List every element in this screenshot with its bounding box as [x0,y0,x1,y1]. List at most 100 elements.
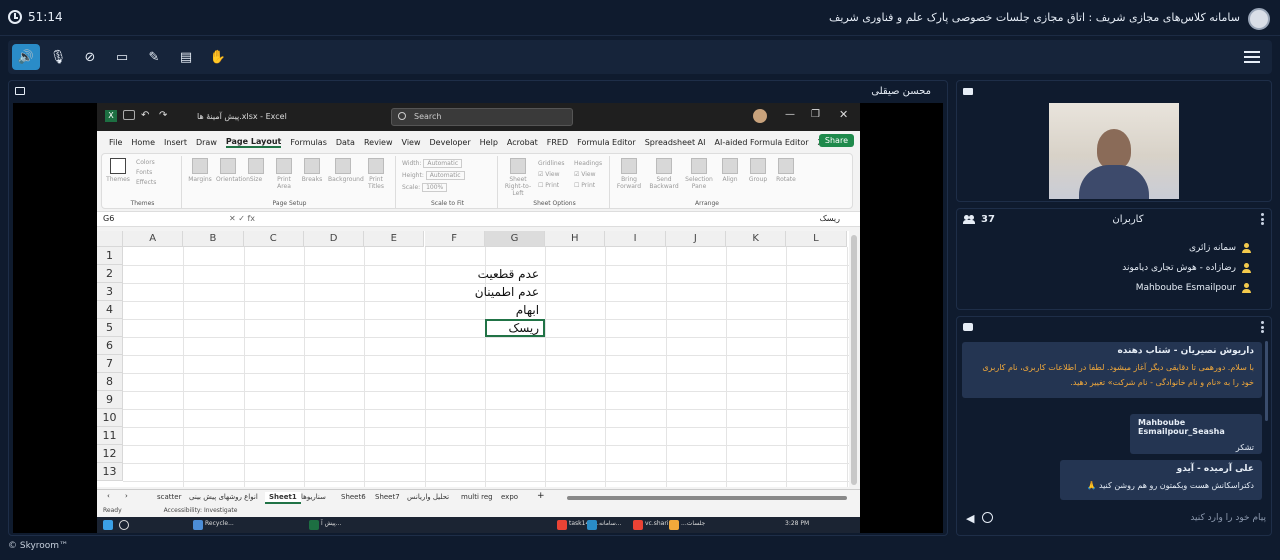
row-header[interactable]: 12 [97,445,123,463]
emoji-icon[interactable] [982,512,993,523]
column-header[interactable]: D [303,231,365,247]
row-header[interactable]: 7 [97,355,123,373]
name-box[interactable]: G6 [103,214,221,223]
selection-pane-button[interactable]: Selection Pane [684,158,714,190]
align-button[interactable]: Align [718,158,742,183]
taskbar-app-icon[interactable] [557,520,567,530]
fx-icon[interactable]: ✕ ✓ fx [229,214,255,223]
user-list-item[interactable]: سمانه زائری [1189,243,1251,253]
tab-insert[interactable]: Insert [164,138,187,147]
taskbar-item[interactable]: پیش آ... [321,520,341,527]
sheet-tab[interactable]: expo [497,492,522,502]
column-header[interactable]: I [605,231,666,247]
fonts-button[interactable]: Fonts [136,168,156,178]
tab-home[interactable]: Home [131,138,155,147]
tab-help[interactable]: Help [480,138,498,147]
row-header[interactable]: 5 [97,319,123,337]
column-header[interactable]: F [424,231,485,247]
minimize-icon[interactable]: — [785,109,795,120]
tab-view[interactable]: View [402,138,421,147]
gridlines-print-checkbox[interactable]: ☐ Print [538,180,565,191]
headings-print-checkbox[interactable]: ☐ Print [574,180,602,191]
share-button[interactable]: Share [818,134,854,147]
mic-button[interactable]: 🎙 [44,44,72,70]
column-header[interactable]: C [243,231,304,247]
formula-input[interactable]: ریسک [820,214,840,223]
tab-spreadsheet-ai[interactable]: Spreadsheet AI [645,138,706,147]
autosave-icon[interactable] [123,110,135,120]
row-header[interactable]: 9 [97,391,123,409]
sheet-tab[interactable]: سناریوها [297,492,330,502]
users-menu-icon[interactable] [1260,213,1265,225]
tab-acrobat[interactable]: Acrobat [507,138,538,147]
tab-data[interactable]: Data [336,138,355,147]
headings-view-checkbox[interactable]: ☑ View [574,169,602,180]
sheet-rtl-button[interactable]: Sheet Right-to-Left [502,158,534,197]
user-list-item[interactable]: رضازاده - هوش تجاری دیاموند [1122,263,1251,273]
row-header[interactable]: 4 [97,301,123,319]
tab-formula-editor[interactable]: Formula Editor [577,138,636,147]
tab-review[interactable]: Review [364,138,393,147]
taskbar-item[interactable]: ...جلسات [681,520,705,527]
add-sheet-icon[interactable]: + [537,491,545,501]
breaks-button[interactable]: Breaks [300,158,324,183]
height-select[interactable]: Automatic [425,171,465,180]
taskbar-app-icon[interactable] [669,520,679,530]
tab-formulas[interactable]: Formulas [290,138,327,147]
accessibility-status[interactable]: Accessibility: Investigate [164,507,238,514]
print-area-button[interactable]: Print Area [272,158,296,190]
chat-menu-icon[interactable] [1261,321,1265,333]
avatar[interactable] [753,109,767,123]
effects-button[interactable]: Effects [136,178,156,188]
chat-input[interactable]: پیام خود را وارد کنید [1190,513,1266,523]
tab-file[interactable]: File [109,138,122,147]
restore-icon[interactable]: ❐ [811,109,820,120]
raise-hand-button[interactable]: ✋ [204,44,232,70]
size-button[interactable]: Size [244,158,268,183]
user-list-item[interactable]: Mahboube Esmailpour [1136,283,1251,293]
column-header[interactable]: H [545,231,606,247]
sheet-tab[interactable]: Sheet1 [265,492,301,504]
draw-button[interactable]: ✎ [140,44,168,70]
tab-developer[interactable]: Developer [430,138,471,147]
column-header[interactable]: A [123,231,184,247]
spreadsheet-grid[interactable]: A B C D E F G H I J K L 1 2 3 4 5 6 7 8 9 10 11 12 13 عدم قطعیت عد… [97,231,849,487]
excel-search-box[interactable]: Search [391,108,573,126]
taskbar-item[interactable]: سامانه... [599,520,622,527]
colors-button[interactable]: Colors [136,158,156,168]
sheet-nav-left-icon[interactable]: ‹ [107,492,110,500]
redo-icon[interactable]: ↷ [159,110,167,121]
send-icon[interactable]: ◀ [966,512,974,525]
row-header[interactable]: 6 [97,337,123,355]
close-icon[interactable]: ✕ [839,108,848,121]
row-header[interactable]: 10 [97,409,123,427]
column-header[interactable]: L [786,231,847,247]
row-header[interactable]: 8 [97,373,123,391]
speaker-button[interactable]: 🔊 [12,44,40,70]
taskbar-app-icon[interactable] [633,520,643,530]
row-header[interactable]: 13 [97,463,123,481]
tab-fred[interactable]: FRED [547,138,568,147]
sheet-tab[interactable]: Sheet6 [337,492,370,502]
cell-g2[interactable]: عدم قطعیت [449,267,539,281]
column-header[interactable]: E [364,231,425,247]
row-header[interactable]: 2 [97,265,123,283]
margins-button[interactable]: Margins [188,158,212,183]
tab-page-layout[interactable]: Page Layout [225,137,282,148]
scale-input[interactable]: 100% [422,183,448,192]
vertical-scrollbar[interactable] [851,235,857,485]
width-select[interactable]: Automatic [423,159,463,168]
sheet-tab[interactable]: Sheet7 [371,492,404,502]
sheet-nav-right-icon[interactable]: › [125,492,128,500]
taskbar-app-icon[interactable] [193,520,203,530]
tab-draw[interactable]: Draw [196,138,217,147]
group-button[interactable]: Group [746,158,770,183]
column-header[interactable]: J [665,231,726,247]
sheet-tab[interactable]: انواع روشهای پیش بینی [185,492,262,502]
select-all-corner[interactable] [97,231,123,247]
windows-start-icon[interactable] [103,520,113,530]
themes-button[interactable]: Themes [106,158,130,183]
taskbar-app-icon[interactable] [587,520,597,530]
taskbar-item[interactable]: Recycle... [205,520,234,527]
cell-g4[interactable]: ابهام [449,303,539,317]
